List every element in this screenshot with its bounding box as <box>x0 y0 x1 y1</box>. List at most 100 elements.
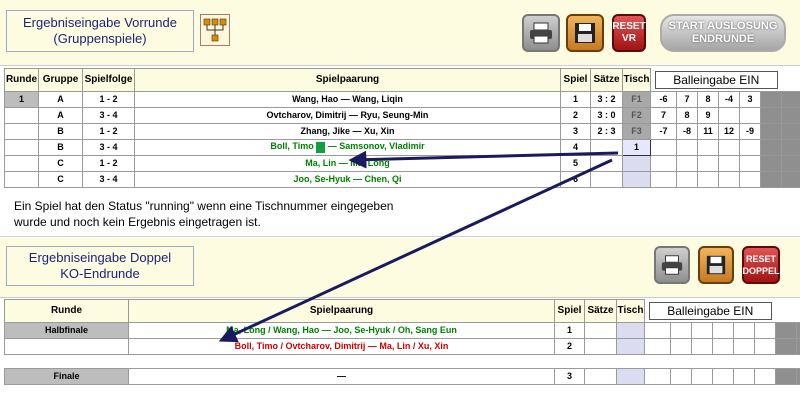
reset-doppel-button[interactable]: RESET DOPPEL <box>742 246 780 284</box>
set-cell[interactable] <box>676 138 698 156</box>
tisch-cell[interactable]: F1 <box>622 90 651 108</box>
ko-title-line2: KO-Endrunde <box>60 266 140 281</box>
set-cell[interactable] <box>712 321 734 339</box>
runde-cell <box>4 106 39 124</box>
set-cell[interactable] <box>718 154 740 172</box>
spielpaarung-cell-running: Boll, Timo — Samsonov, Vladimir <box>134 138 561 156</box>
set-cell[interactable] <box>712 337 734 355</box>
set-cell[interactable] <box>718 138 740 156</box>
set-cell[interactable] <box>650 154 677 172</box>
saetze-cell <box>584 321 617 339</box>
set-cell[interactable] <box>733 321 755 339</box>
header-saetze: Sätze <box>590 68 623 92</box>
set-cell[interactable] <box>739 138 761 156</box>
gruppe-cell: A <box>38 106 83 124</box>
ko-header-row: Runde Spielpaarung Spiel Sätze Tisch Bal… <box>4 299 800 323</box>
ko-title-line1: Ergebniseingabe Doppel <box>28 250 172 265</box>
spacer-row <box>4 354 800 368</box>
ko-table: Runde Spielpaarung Spiel Sätze Tisch Bal… <box>4 299 800 385</box>
set-cell[interactable]: 3 <box>739 90 761 108</box>
set-cell[interactable]: 8 <box>697 90 719 108</box>
set-cell[interactable] <box>644 337 671 355</box>
set-cell[interactable]: -4 <box>718 90 740 108</box>
tisch-cell[interactable] <box>616 337 645 355</box>
set-cell[interactable] <box>739 170 761 188</box>
set-cell[interactable] <box>644 321 671 339</box>
set-cell[interactable] <box>733 337 755 355</box>
set-cell[interactable] <box>650 170 677 188</box>
set-cell[interactable] <box>670 321 692 339</box>
spielpaarung-cell: Ma, Lin — Ma, Long <box>134 154 561 172</box>
set-cell[interactable] <box>676 170 698 188</box>
set-cell[interactable] <box>691 367 713 385</box>
set-cell[interactable] <box>697 154 719 172</box>
vs-separator: — <box>338 158 348 168</box>
spielfolge-cell: 3 - 4 <box>82 138 135 156</box>
saetze-cell <box>590 170 623 188</box>
ko-balleingabe-toggle[interactable]: Balleingabe EIN <box>649 301 772 320</box>
set-cell[interactable]: 7 <box>676 90 698 108</box>
balleingabe-toggle[interactable]: Balleingabe EIN <box>655 70 778 89</box>
set-cell[interactable] <box>754 337 776 355</box>
set-cell[interactable]: -8 <box>676 122 698 140</box>
save-button[interactable] <box>566 14 604 52</box>
set-cell[interactable] <box>670 337 692 355</box>
table-row: Boll, Timo / Ovtcharov, Dimitrij — Ma, L… <box>4 337 800 355</box>
tisch-cell[interactable]: F3 <box>622 122 651 140</box>
reset-vr-button[interactable]: RESET VR <box>612 14 646 52</box>
ko-finale-cell: — <box>128 367 555 385</box>
set-cell[interactable] <box>650 138 677 156</box>
tisch-cell[interactable] <box>616 367 645 385</box>
set-cell[interactable]: -9 <box>739 122 761 140</box>
set-cell[interactable] <box>733 367 755 385</box>
start-auslosung-button[interactable]: START AUSLOSUNG ENDRUNDE <box>660 14 786 52</box>
set-cell[interactable] <box>670 367 692 385</box>
tisch-cell[interactable]: 1 <box>622 138 651 156</box>
gruppe-cell: C <box>38 170 83 188</box>
header-runde: Runde <box>4 68 39 92</box>
set-cell[interactable]: -7 <box>650 122 677 140</box>
tisch-cell[interactable] <box>616 321 645 339</box>
tisch-cell[interactable]: F2 <box>622 106 651 124</box>
print-button[interactable] <box>522 14 560 52</box>
player1: Ovtcharov, Dimitrij <box>266 110 347 120</box>
set-cell[interactable] <box>697 138 719 156</box>
set-cell[interactable] <box>676 154 698 172</box>
set-cell[interactable] <box>712 367 734 385</box>
set-cell[interactable] <box>718 106 740 124</box>
player2: Xu, Xin <box>364 126 395 136</box>
player1: Zhang, Jike <box>300 126 350 136</box>
set-cell[interactable]: 7 <box>650 106 677 124</box>
tisch-cell[interactable] <box>622 154 651 172</box>
bracket-tree-icon[interactable] <box>200 14 230 46</box>
set-cell[interactable] <box>697 170 719 188</box>
set-cell[interactable]: 11 <box>697 122 719 140</box>
tisch-cell[interactable] <box>622 170 651 188</box>
finale-label: Finale <box>4 367 129 385</box>
set-cell[interactable] <box>644 367 671 385</box>
table-row: Finale — 3 <box>4 367 800 385</box>
set-cell[interactable] <box>739 106 761 124</box>
header-tisch: Tisch <box>616 299 645 323</box>
set-cell[interactable] <box>691 337 713 355</box>
set-cell[interactable] <box>718 170 740 188</box>
set-cell[interactable] <box>691 321 713 339</box>
vs-separator: — <box>340 94 350 104</box>
vorrunde-title-box: Ergebniseingabe Vorrunde (Gruppenspiele) <box>6 10 194 52</box>
saetze-cell <box>584 337 617 355</box>
set-cell[interactable] <box>739 154 761 172</box>
reset-vr-label: RESET VR <box>612 21 646 44</box>
set-cell[interactable]: 12 <box>718 122 740 140</box>
table-row: A 3 - 4 Ovtcharov, Dimitrij — Ryu, Seung… <box>4 106 800 124</box>
ko-print-button[interactable] <box>654 246 690 284</box>
set-cell[interactable]: 8 <box>676 106 698 124</box>
header-tisch: Tisch <box>622 68 651 92</box>
floppy-disk-icon <box>706 255 726 275</box>
ko-match2-cell: Boll, Timo / Ovtcharov, Dimitrij — Ma, L… <box>128 337 555 355</box>
set-cell[interactable] <box>754 367 776 385</box>
player2: Chen, Qi <box>364 174 402 184</box>
set-cell[interactable]: 9 <box>697 106 719 124</box>
set-cell[interactable]: -6 <box>650 90 677 108</box>
set-cell[interactable] <box>754 321 776 339</box>
ko-save-button[interactable] <box>698 246 734 284</box>
